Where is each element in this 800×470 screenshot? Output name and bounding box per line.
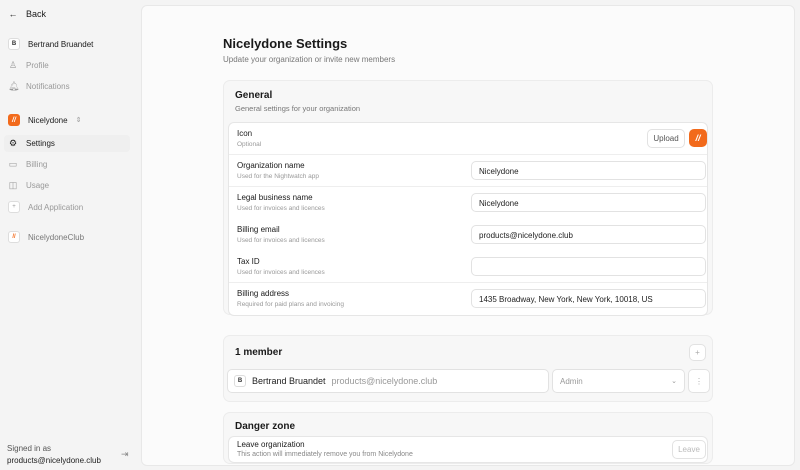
member-email: products@nicelydone.club <box>331 376 438 386</box>
danger-title: Danger zone <box>235 421 296 432</box>
general-fields: Icon Optional Upload // Organization nam… <box>228 122 708 316</box>
leave-button[interactable]: Leave <box>672 440 706 459</box>
chevron-updown-icon: ⇕ <box>75 117 82 124</box>
member-name: Bertrand Bruandet <box>252 376 326 386</box>
members-card: 1 member + B Bertrand Bruandet products@… <box>223 335 713 402</box>
icon-row: Icon Optional Upload // <box>229 123 707 155</box>
sidebar-item-settings[interactable]: ⚙ Settings <box>8 138 55 149</box>
sidebar-item-billing[interactable]: ▭ Billing <box>8 159 48 170</box>
arrow-left-icon: ← <box>8 9 18 19</box>
user-item[interactable]: B Bertrand Bruandet <box>8 38 93 50</box>
legal-business-name-input[interactable]: Nicelydone <box>471 193 706 212</box>
user-icon: ♙ <box>8 60 18 70</box>
upload-button[interactable]: Upload <box>647 129 685 148</box>
field-label: Billing email <box>237 225 280 234</box>
field-sub: Required for paid plans and invoicing <box>237 301 344 308</box>
sidebar-item-usage[interactable]: ◫ Usage <box>8 180 49 191</box>
sidebar-item-club[interactable]: //NicelydoneClub <box>8 231 84 243</box>
field-row: Billing address Required for paid plans a… <box>229 283 707 315</box>
add-member-button[interactable]: + <box>689 344 706 361</box>
members-title: 1 member <box>235 347 283 358</box>
field-label: Tax ID <box>237 257 260 266</box>
more-vertical-icon: ⋮ <box>695 376 703 386</box>
org-logo-icon: // <box>8 114 20 126</box>
tax-id-input[interactable] <box>471 257 706 276</box>
sidebar: ← Back B Bertrand Bruandet ♙ Profile 🔔︎ Noti… <box>0 0 140 470</box>
field-row: Tax ID Used for invoices and licences <box>229 251 707 283</box>
org-switcher[interactable]: //Nicelydone ⇕ <box>8 114 81 126</box>
club-logo-icon: // <box>8 231 20 243</box>
general-card: General General settings for your organi… <box>223 80 713 316</box>
field-sub: Used for invoices and licences <box>237 237 325 244</box>
page-title: Nicelydone Settings <box>223 36 348 51</box>
general-desc: General settings for your organization <box>235 104 361 113</box>
org-icon-preview: // <box>689 129 707 147</box>
usage-icon: ◫ <box>8 180 18 190</box>
danger-card: Danger zone Leave organization This acti… <box>223 412 713 464</box>
field-label: Billing address <box>237 289 290 298</box>
field-row: Billing email Used for invoices and licen… <box>229 219 707 251</box>
settings-panel: Nicelydone Settings Update your organiza… <box>141 5 795 466</box>
sidebar-item-notifications[interactable]: 🔔︎ Notifications <box>8 81 70 92</box>
sidebar-item-add-application[interactable]: + Add Application <box>8 201 83 213</box>
sidebar-item-profile[interactable]: ♙ Profile <box>8 60 49 71</box>
plus-icon: + <box>8 201 20 213</box>
field-label: Organization name <box>237 161 305 170</box>
plus-icon: + <box>695 348 700 357</box>
member-avatar: B <box>234 375 246 387</box>
avatar: B <box>8 38 20 50</box>
field-sub: Used for invoices and licences <box>237 205 325 212</box>
chevron-down-icon: ⌄ <box>671 378 677 385</box>
role-value: Admin <box>560 376 583 386</box>
member-row: B Bertrand Bruandet products@nicelydone.… <box>227 369 549 393</box>
signed-in-label: Signed in as <box>7 444 52 453</box>
leave-row: Leave organization This action will imme… <box>229 437 707 462</box>
field-row: Organization name Used for the Nightwatch… <box>229 155 707 187</box>
leave-label: Leave organization <box>237 440 305 449</box>
page-subtitle: Update your organization or invite new m… <box>223 55 396 64</box>
credit-card-icon: ▭ <box>8 159 18 169</box>
field-row: Legal business name Used for invoices and… <box>229 187 707 219</box>
field-sub: Used for the Nightwatch app <box>237 173 320 180</box>
member-menu-button[interactable]: ⋮ <box>688 369 710 393</box>
billing-email-input[interactable]: products@nicelydone.club <box>471 225 706 244</box>
gear-icon: ⚙ <box>8 138 18 148</box>
danger-fields: Leave organization This action will imme… <box>228 436 708 463</box>
logout-icon[interactable]: ⇥ <box>121 449 129 460</box>
bell-icon: 🔔︎ <box>8 81 20 91</box>
leave-sub: This action will immediately remove you … <box>237 451 413 458</box>
billing-address-input[interactable]: 1435 Broadway, New York, New York, 10018… <box>471 289 706 308</box>
role-select[interactable]: Admin ⌄ <box>552 369 685 393</box>
field-label: Icon <box>237 129 253 138</box>
field-label: Legal business name <box>237 193 313 202</box>
signed-in-email: products@nicelydone.club <box>7 456 101 465</box>
field-sub: Optional <box>237 141 262 148</box>
field-sub: Used for invoices and licences <box>237 269 325 276</box>
back-link[interactable]: ← Back <box>8 9 47 19</box>
general-title: General <box>235 90 273 101</box>
organization-name-input[interactable]: Nicelydone <box>471 161 706 180</box>
